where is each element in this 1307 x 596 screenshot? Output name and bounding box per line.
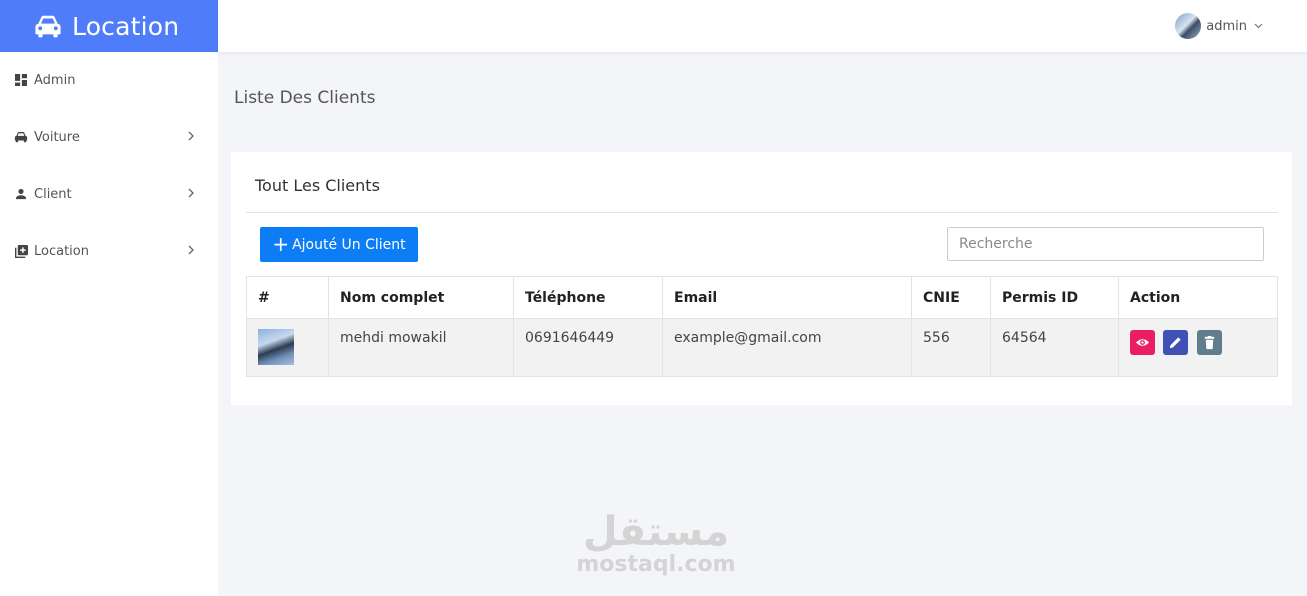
- card-title: Tout Les Clients: [255, 176, 380, 195]
- permis-cell: 64564: [990, 318, 1119, 377]
- delete-button[interactable]: [1196, 330, 1222, 355]
- clients-card: Tout Les Clients + Ajouté Un Client # No…: [231, 152, 1292, 405]
- column-header: Téléphone: [513, 276, 663, 319]
- dashboard-icon: [14, 73, 28, 87]
- watermark-arabic: مستقل: [582, 509, 730, 555]
- sidebar: Admin Voiture Client Location: [0, 52, 218, 596]
- car-icon: [14, 130, 28, 144]
- cnie-cell: 556: [911, 318, 991, 377]
- brand-header[interactable]: Location: [0, 0, 218, 52]
- avatar: [1175, 13, 1202, 39]
- sidebar-item-voiture[interactable]: Voiture: [0, 117, 218, 157]
- sidebar-item-label: Location: [34, 243, 89, 259]
- photo-cell: [246, 318, 329, 377]
- trash-icon: [1204, 335, 1215, 350]
- chevron-right-icon: [188, 245, 194, 255]
- column-header: Email: [662, 276, 912, 319]
- email-cell: example@gmail.com: [662, 318, 912, 377]
- sidebar-item-location[interactable]: Location: [0, 231, 218, 271]
- pencil-icon: [1170, 337, 1182, 349]
- page-title: Liste Des Clients: [234, 88, 376, 108]
- client-photo: [258, 329, 294, 365]
- watermark-latin: mostaql.com: [576, 552, 736, 577]
- name-cell: mehdi mowakil: [328, 318, 514, 377]
- watermark: مستقل mostaql.com: [576, 510, 736, 576]
- table-row: mehdi mowakil 0691646449 example@gmail.c…: [246, 318, 1278, 377]
- person-icon: [14, 187, 28, 201]
- user-menu[interactable]: admin: [1175, 13, 1263, 39]
- top-navbar: admin: [218, 0, 1307, 52]
- view-button[interactable]: [1130, 330, 1155, 355]
- column-header: Permis ID: [990, 276, 1119, 319]
- action-cell: [1118, 318, 1278, 377]
- column-header: #: [246, 276, 329, 319]
- sidebar-item-label: Client: [34, 186, 72, 202]
- table-header-row: # Nom complet Téléphone Email CNIE Permi…: [246, 276, 1278, 319]
- search-input[interactable]: [947, 227, 1264, 261]
- column-header: Action: [1118, 276, 1278, 319]
- clients-table: # Nom complet Téléphone Email CNIE Permi…: [246, 276, 1278, 377]
- user-name: admin: [1206, 18, 1247, 34]
- chevron-right-icon: [188, 131, 194, 141]
- column-header: Nom complet: [328, 276, 514, 319]
- add-client-button[interactable]: + Ajouté Un Client: [260, 227, 418, 262]
- edit-button[interactable]: [1163, 330, 1189, 355]
- chevron-right-icon: [188, 188, 194, 198]
- phone-cell: 0691646449: [513, 318, 663, 377]
- car-icon: [35, 15, 61, 38]
- column-header: CNIE: [911, 276, 991, 319]
- plus-icon: +: [272, 231, 290, 256]
- library-add-icon: [14, 244, 28, 258]
- divider: [246, 212, 1278, 213]
- add-client-label: Ajouté Un Client: [292, 236, 406, 253]
- sidebar-item-admin[interactable]: Admin: [0, 60, 218, 100]
- sidebar-item-client[interactable]: Client: [0, 174, 218, 214]
- sidebar-item-label: Admin: [34, 72, 76, 88]
- sidebar-item-label: Voiture: [34, 129, 80, 145]
- chevron-down-icon: [1254, 23, 1263, 29]
- eye-icon: [1135, 339, 1150, 346]
- brand-title: Location: [72, 11, 180, 41]
